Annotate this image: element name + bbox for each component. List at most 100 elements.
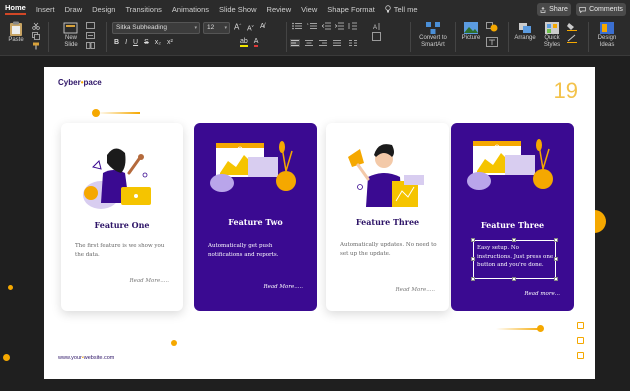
menu-transitions[interactable]: Transitions (125, 5, 161, 14)
new-slide-button[interactable]: New Slide (60, 21, 82, 49)
arrange-button[interactable]: Arrange (512, 21, 538, 42)
picture-icon (464, 22, 478, 34)
menu-slide-show[interactable]: Slide Show (219, 5, 257, 14)
clear-format-icon[interactable]: A̸ (260, 23, 265, 30)
menu-home[interactable]: Home (5, 3, 26, 15)
resize-handle[interactable] (471, 238, 475, 242)
decrease-indent-icon[interactable] (322, 22, 331, 30)
resize-handle[interactable] (512, 238, 516, 242)
quick-styles-button[interactable]: Quick Styles (540, 21, 564, 49)
ribbon-separator (286, 22, 287, 52)
font-size-select[interactable]: 12 ▾ (203, 22, 230, 34)
comments-label: Comments (589, 6, 623, 13)
numbering-icon[interactable]: 1 (307, 22, 317, 30)
logo-text-end: pace (83, 78, 102, 87)
copy-icon[interactable] (32, 32, 40, 40)
bullets-icon[interactable] (292, 22, 302, 30)
share-icon (540, 6, 546, 13)
slide[interactable]: Cyber•pace 19 www.your•website.com Featu… (44, 67, 595, 379)
resize-handle[interactable] (554, 238, 558, 242)
layout-icon[interactable] (86, 22, 95, 29)
grow-font-icon[interactable]: A^ (234, 22, 241, 32)
textbox-icon[interactable] (486, 37, 498, 47)
feature-description[interactable]: Easy setup. No instructions. Just press … (477, 244, 555, 270)
subscript-button[interactable]: x₂ (155, 39, 161, 46)
tell-me-search[interactable]: Tell me (385, 5, 418, 14)
share-button[interactable]: Share (537, 3, 571, 16)
new-slide-label: New Slide (64, 35, 78, 48)
tell-me-label: Tell me (393, 4, 418, 14)
resize-handle[interactable] (471, 257, 475, 261)
decor-dot (3, 354, 10, 361)
resize-handle[interactable] (471, 277, 475, 281)
menu-design[interactable]: Design (92, 5, 115, 14)
columns-icon[interactable] (348, 39, 358, 47)
read-more-link[interactable]: Read more... (524, 291, 560, 297)
shape-fill-icon[interactable] (567, 22, 577, 31)
decor-dot (92, 109, 100, 117)
align-left-icon[interactable] (290, 39, 300, 47)
menu-shape-format[interactable]: Shape Format (327, 5, 375, 14)
menu-draw[interactable]: Draw (65, 5, 83, 14)
chevron-down-icon: ▾ (194, 25, 197, 31)
feature-card-3[interactable]: Feature Three Automatically updates. No … (326, 123, 449, 311)
italic-button[interactable]: I (125, 39, 127, 46)
increase-indent-icon[interactable] (335, 22, 344, 30)
menu-insert[interactable]: Insert (36, 5, 55, 14)
quick-styles-label: Quick Styles (543, 35, 561, 48)
format-painter-icon[interactable] (32, 42, 40, 50)
feature-description: The first feature is we show you the dat… (75, 243, 165, 258)
logo-text-start: Cyber (58, 78, 81, 87)
menu-review[interactable]: Review (267, 5, 292, 14)
feature-card-2[interactable]: Feature Two Automatically get push notif… (194, 123, 317, 311)
shape-outline-icon[interactable] (567, 34, 577, 43)
read-more-link[interactable]: Read More..... (395, 287, 435, 293)
paste-button[interactable]: Paste (5, 21, 27, 44)
instagram-icon[interactable] (577, 337, 584, 344)
dashboard-illustration (467, 139, 553, 190)
font-name-select[interactable]: Sitka Subheading ▾ (112, 22, 200, 34)
facebook-icon[interactable] (577, 352, 584, 359)
underline-button[interactable]: U (133, 39, 138, 46)
bold-button[interactable]: B (114, 39, 119, 46)
chevron-down-icon: ▾ (224, 25, 227, 31)
picture-button[interactable]: Picture (459, 21, 483, 42)
design-ideas-icon (600, 22, 614, 34)
cut-icon[interactable] (32, 22, 40, 30)
svg-text:A: A (373, 25, 377, 31)
resize-handle[interactable] (554, 277, 558, 281)
feature-title: Feature Two (228, 217, 283, 227)
highlight-color-button[interactable]: ab (240, 38, 248, 47)
section-icon[interactable] (86, 42, 95, 49)
superscript-button[interactable]: x² (167, 39, 173, 46)
menu-animations[interactable]: Animations (172, 5, 209, 14)
font-color-button[interactable]: A (253, 38, 259, 47)
dashboard-illustration (210, 141, 296, 192)
align-center-icon[interactable] (304, 39, 314, 47)
feature-card-4[interactable]: Feature Three Easy setup. No instruction… (451, 123, 574, 311)
shrink-font-icon[interactable]: Av (247, 23, 254, 32)
convert-smartart-button[interactable]: Convert to SmartArt (414, 21, 452, 49)
reset-icon[interactable] (86, 32, 95, 39)
read-more-link[interactable]: Read More..... (129, 278, 169, 284)
convert-smartart-label: Convert to SmartArt (419, 35, 447, 48)
ribbon-separator (588, 22, 589, 52)
resize-handle[interactable] (512, 277, 516, 281)
align-right-icon[interactable] (318, 39, 328, 47)
feature-description: Automatically updates. No need to set up… (340, 242, 437, 257)
selected-textbox[interactable]: Easy setup. No instructions. Just press … (471, 238, 558, 281)
align-text-icon[interactable] (372, 32, 381, 41)
feature-card-1[interactable]: Feature One The first feature is we show… (61, 123, 183, 311)
shapes-icon[interactable] (486, 22, 498, 32)
justify-icon[interactable] (332, 39, 342, 47)
twitter-icon[interactable] (577, 322, 584, 329)
design-ideas-button[interactable]: Design Ideas (592, 21, 622, 49)
read-more-link[interactable]: Read More..... (263, 284, 303, 290)
strikethrough-button[interactable]: S (144, 39, 149, 46)
line-spacing-icon[interactable] (348, 22, 357, 30)
quick-styles-icon (545, 22, 559, 34)
menu-view[interactable]: View (301, 5, 317, 14)
website-text-start: www.your (58, 355, 82, 361)
comments-button[interactable]: Comments (576, 3, 626, 16)
text-direction-icon[interactable]: A (372, 22, 381, 31)
